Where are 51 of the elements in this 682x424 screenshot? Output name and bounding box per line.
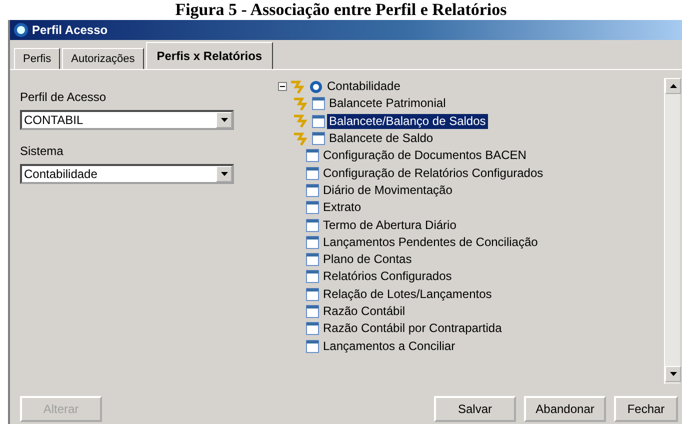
report-icon (306, 253, 319, 266)
expand-toggle[interactable] (278, 82, 287, 92)
tree-item[interactable]: Relatórios Configurados (321, 269, 454, 284)
tab[interactable]: Perfis (14, 48, 60, 69)
report-icon (306, 236, 319, 249)
system-icon (309, 80, 323, 94)
field-label: Sistema (20, 143, 64, 160)
report-icon (312, 97, 325, 110)
report-icon (306, 270, 319, 284)
caret-icon (220, 118, 228, 122)
tree-item[interactable]: Termo de Abertura Diário (321, 218, 458, 233)
scroll-down-icon (670, 372, 676, 376)
report-icon (306, 322, 319, 336)
tree-item[interactable]: Lançamentos a Conciliar (321, 338, 458, 354)
tree-item[interactable]: Diário de Movimentação (321, 182, 454, 198)
tree-item[interactable]: Balancete Patrimonial (327, 96, 448, 112)
dropdown[interactable]: CONTABIL (20, 110, 234, 130)
report-icon (306, 166, 319, 180)
figure-caption: Figura 5 - Associação entre Perfil e Relatórios (174, 0, 508, 20)
tree-item[interactable]: Lançamentos Pendentes de Conciliação (321, 234, 540, 250)
report-icon (312, 132, 325, 146)
tab[interactable]: Perfis x Relatórios (146, 42, 274, 69)
action-button[interactable]: Fechar (614, 396, 678, 422)
window-title: Perfil Acesso (32, 22, 108, 39)
report-icon (306, 218, 319, 232)
report-icon (306, 201, 319, 214)
dropdown[interactable]: Contabilidade (20, 164, 234, 184)
tree-item[interactable]: Relação de Lotes/Lançamentos (321, 286, 494, 302)
scroll-up-icon (670, 84, 676, 88)
tree-item[interactable]: Balancete de Saldo (327, 131, 436, 146)
scrollbar[interactable] (664, 78, 680, 384)
tab[interactable]: Autorizações (62, 48, 144, 69)
tree-item[interactable]: Extrato (321, 200, 364, 216)
tree-item[interactable]: Plano de Contas (321, 252, 414, 268)
tree-item[interactable]: Configuração de Documentos BACEN (321, 148, 528, 164)
tree-item[interactable]: Balancete/Balanço de Saldos (327, 114, 488, 129)
tree-item[interactable]: Razão Contábil por Contrapartida (321, 321, 504, 336)
field-label: Perfil de Acesso (20, 89, 108, 106)
caret-icon (220, 172, 228, 176)
tree-item[interactable]: Razão Contábil (321, 304, 408, 319)
report-icon (306, 184, 319, 197)
tree-item[interactable]: Configuração de Relatórios Configurados (321, 166, 546, 181)
report-icon (306, 305, 319, 318)
report-icon (312, 114, 325, 128)
app-icon (13, 22, 29, 38)
report-icon (306, 288, 319, 301)
action-button[interactable]: Salvar (434, 396, 516, 422)
tree-item[interactable]: Contabilidade (325, 79, 402, 94)
action-button[interactable]: Abandonar (524, 396, 606, 422)
report-icon (306, 340, 319, 353)
report-icon (306, 149, 319, 162)
